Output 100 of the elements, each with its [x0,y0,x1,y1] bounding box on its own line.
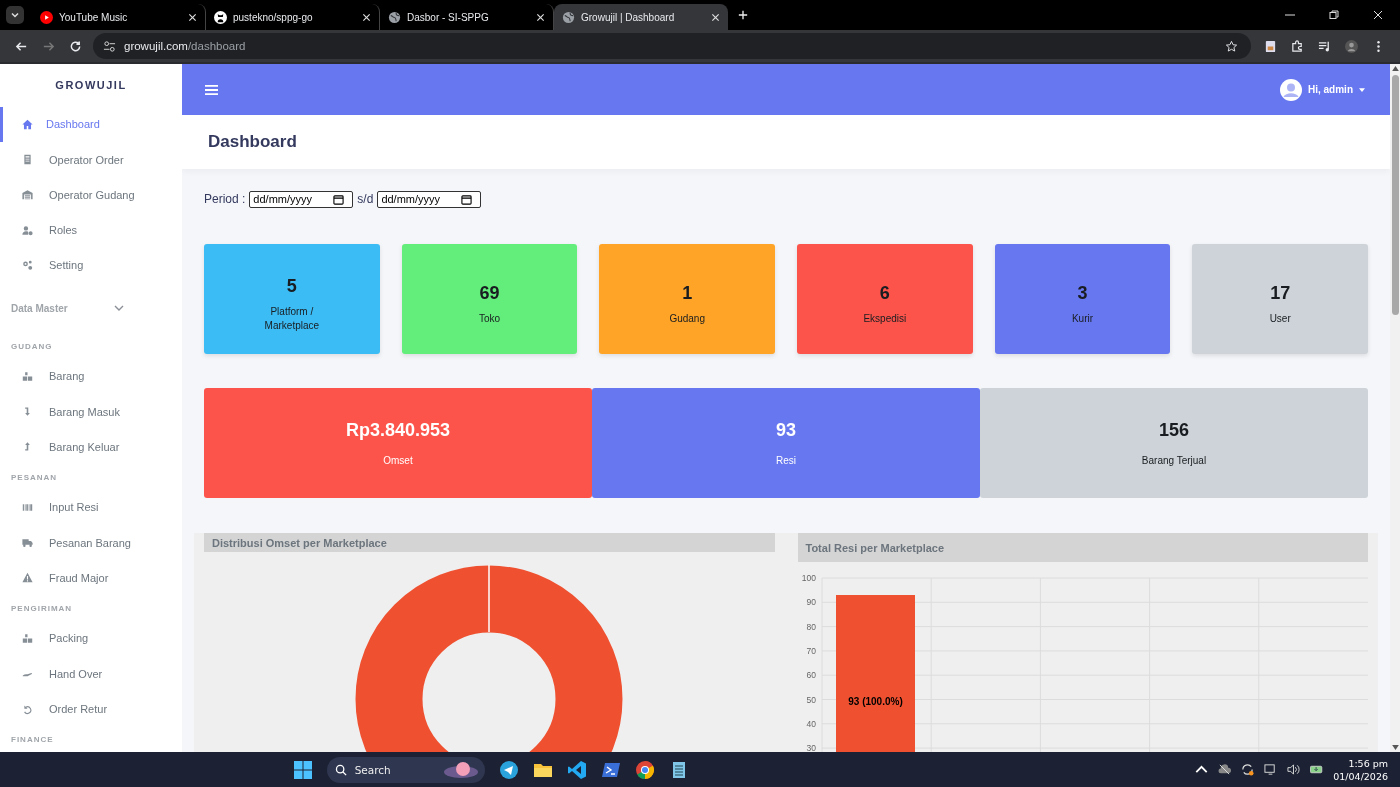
code-editor-icon[interactable] [566,759,587,780]
browser-tab[interactable]: Growujil | Dashboard [554,4,728,30]
sidebar-item[interactable]: Setting [0,247,182,284]
paper-plane-icon[interactable] [498,759,519,780]
sidebar-item[interactable]: Order Retur [0,691,182,727]
bar-value-label: 93 (100.0%) [847,696,903,707]
volume-icon[interactable] [1287,763,1301,776]
separator-label: s/d [357,192,374,206]
close-icon[interactable] [188,12,197,22]
summary-value: 156 [1158,420,1189,441]
brand-title: GROWUJIL [55,78,127,94]
calendar-icon[interactable] [333,193,345,205]
summary-value: 93 [776,420,796,441]
battery-icon[interactable] [1310,763,1324,776]
stat-label: Toko [477,311,502,326]
user-cog-icon [22,224,33,236]
sidebar-section-heading: PESANAN [10,471,58,484]
extension-icon[interactable] [1264,39,1277,53]
boxes-icon [22,370,33,382]
period-label: Period : [204,192,246,206]
sidebar-section-heading: GUDANG [10,340,53,353]
end-date-field[interactable]: dd/mm/yyyy [377,190,482,208]
boxes-icon [22,632,33,644]
scrollbar-thumb[interactable] [1391,75,1399,315]
windows-start-icon[interactable] [292,759,313,780]
axis-tick-label: 80 [806,621,816,632]
undo-icon [22,703,33,715]
document-icon [22,154,33,166]
scroll-up-icon[interactable] [1391,66,1399,71]
stat-label: Kurir [1070,311,1095,326]
sidebar-item[interactable]: Barang [0,358,182,394]
sidebar-item[interactable]: Operator Gudang [0,177,182,213]
chevron-down-icon [10,10,20,20]
page-title: Dashboard [208,132,297,152]
close-icon[interactable] [362,12,371,22]
warehouse-icon [22,189,33,201]
cloud-off-icon[interactable] [1218,763,1232,776]
stat-value: 3 [1077,282,1088,304]
start-date-field[interactable]: dd/mm/yyyy [249,190,354,208]
tab-list-button[interactable] [6,6,24,24]
user-menu[interactable]: Hi, admin [1280,78,1365,101]
puzzle-icon[interactable] [1291,39,1304,53]
star-icon[interactable] [1225,39,1238,53]
chevron-down-icon [114,305,124,312]
globe-icon [388,10,401,24]
sidebar-item[interactable]: Input Resi [0,489,182,525]
planet-icon [442,759,479,780]
sidebar-item[interactable]: Hand Over [0,656,182,692]
axis-tick-label: 60 [806,670,816,681]
axis-tick-label: 40 [806,718,816,729]
new-tab-icon[interactable] [738,10,748,20]
clock[interactable]: 1:56 pm 01/04/2026 [1333,756,1388,783]
monitor-icon[interactable] [1264,763,1278,776]
close-icon[interactable] [1373,10,1383,20]
caret-icon [1359,87,1365,92]
sidebar-item[interactable]: Packing [0,620,182,657]
stat-value: 6 [879,282,890,304]
summary-label: Resi [776,455,796,466]
calendar-icon[interactable] [461,193,473,205]
profile-avatar-icon[interactable] [1345,39,1358,53]
summary-label: Barang Terjual [1141,455,1207,466]
sidebar-section-heading: PENGIRIMAN [10,602,73,615]
menu-icon[interactable] [205,83,218,96]
sync-icon[interactable] [1241,763,1255,776]
globe-icon [562,10,575,24]
site-settings-icon [103,39,116,53]
close-icon[interactable] [711,12,720,22]
axis-tick-label: 100 [801,573,816,583]
address-field[interactable]: growujil.com/dashboard [93,33,1251,59]
sidebar-section-heading: FINANCE [10,733,54,746]
stat-label: Ekspedisi [862,311,908,326]
stat-value: 5 [286,275,297,297]
warning-icon [22,572,33,584]
sidebar-item[interactable]: Roles [0,212,182,248]
axis-tick-label: 90 [806,597,816,608]
sidebar-item[interactable]: Barang Keluar [0,429,182,465]
stat-value: 69 [479,282,500,304]
media-icon[interactable] [1318,39,1331,53]
close-icon[interactable] [536,12,545,22]
chrome-icon[interactable] [634,759,655,780]
gears-icon [22,260,33,271]
panel-header: Distribusi Omset per Marketplace [204,533,775,552]
home-icon [22,118,33,130]
taskbar-search-field[interactable]: Search [326,756,485,783]
scroll-down-icon[interactable] [1391,745,1399,750]
sidebar-item[interactable]: Operator Order [0,141,182,178]
reload-icon[interactable] [69,39,82,53]
axis-tick-label: 50 [806,694,816,705]
restore-icon[interactable] [1329,10,1339,20]
barcode-icon [22,501,33,513]
axis-tick-label: 30 [806,743,816,752]
stat-label: Gudang [668,311,706,326]
stat-label: User [1268,311,1292,326]
sidebar-item[interactable]: Barang Masuk [0,393,182,430]
sidebar-item[interactable]: Pesanan Barang [0,525,182,561]
sidebar-item[interactable]: Fraud Major [0,560,182,596]
search-icon [334,763,347,776]
stat-value: 1 [682,282,693,304]
axis-tick-label: 70 [806,645,816,656]
sidebar-group[interactable]: Data Master [0,283,182,334]
